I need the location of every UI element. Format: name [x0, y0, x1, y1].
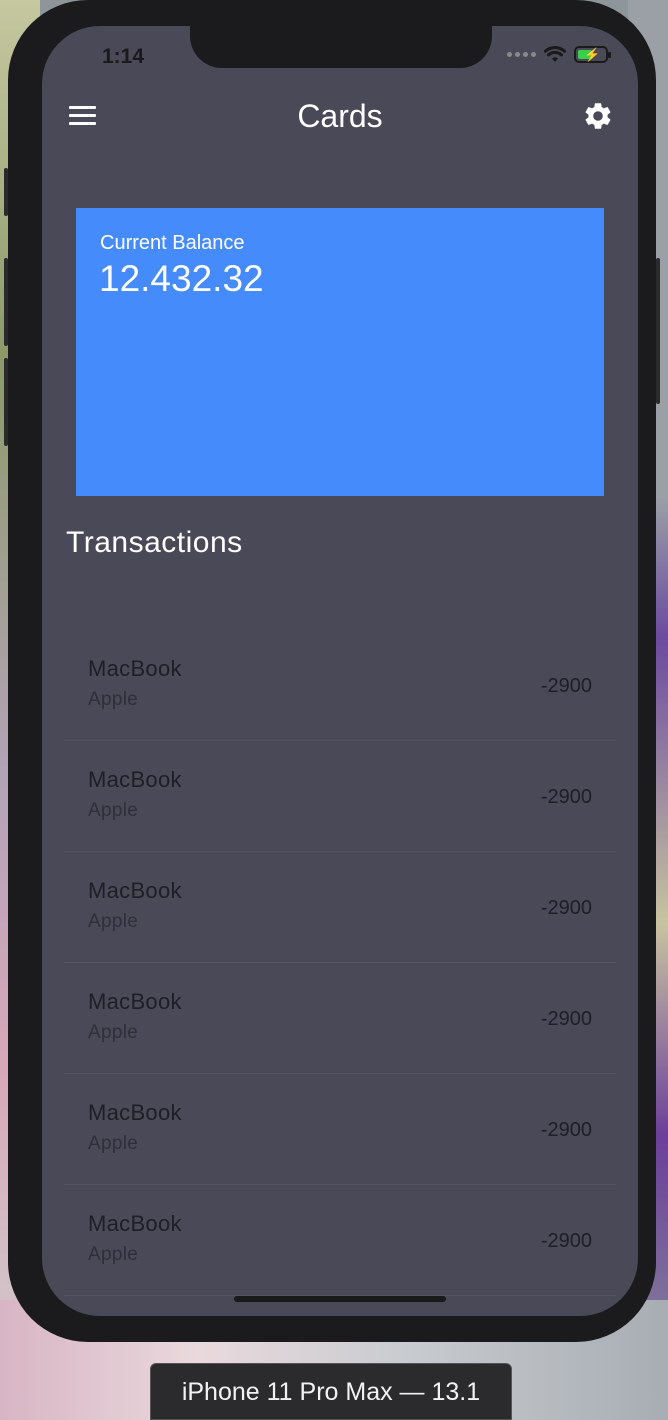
- transaction-amount: -2900: [540, 1119, 592, 1141]
- transaction-merchant: Apple: [88, 1022, 139, 1043]
- app-header: Cards: [42, 96, 638, 136]
- gear-icon[interactable]: [582, 100, 614, 132]
- transaction-amount: -2900: [540, 897, 592, 919]
- transactions-title: Transactions: [66, 526, 243, 559]
- phone-frame: 1:14 ⚡ Cards Current Balance 12.432.32 T…: [4, 0, 660, 1342]
- page-title: Cards: [297, 98, 383, 134]
- transaction-name: MacBook: [88, 767, 182, 792]
- transaction-name: MacBook: [88, 656, 182, 681]
- notch: [190, 26, 492, 68]
- cellular-signal-icon: [507, 52, 536, 57]
- battery-icon: ⚡: [574, 46, 611, 63]
- transaction-name: MacBook: [88, 1100, 182, 1125]
- transaction-row[interactable]: MacBook Apple -2900: [64, 741, 616, 852]
- side-button-volume-up: [4, 258, 8, 346]
- transaction-row[interactable]: MacBook Apple -2900: [64, 630, 616, 741]
- transaction-name: MacBook: [88, 989, 182, 1014]
- transaction-row[interactable]: MacBook Apple -2900: [64, 1185, 616, 1296]
- transaction-amount: -2900: [540, 1230, 592, 1252]
- transaction-name: MacBook: [88, 1211, 182, 1236]
- side-button-power: [656, 258, 660, 404]
- balance-label: Current Balance: [100, 232, 245, 254]
- transactions-list: MacBook Apple -2900 MacBook Apple -2900 …: [64, 630, 616, 1296]
- transaction-amount: -2900: [540, 675, 592, 697]
- balance-card[interactable]: Current Balance 12.432.32: [76, 208, 604, 496]
- side-button-volume-down: [4, 358, 8, 446]
- transaction-amount: -2900: [540, 786, 592, 808]
- transaction-amount: -2900: [540, 1008, 592, 1030]
- status-time: 1:14: [102, 45, 145, 68]
- app-screen: 1:14 ⚡ Cards Current Balance 12.432.32 T…: [42, 26, 638, 1316]
- side-button-mute: [4, 168, 8, 216]
- transaction-row[interactable]: MacBook Apple -2900: [64, 1074, 616, 1185]
- simulator-device-label: iPhone 11 Pro Max — 13.1: [150, 1363, 512, 1420]
- transaction-name: MacBook: [88, 878, 182, 903]
- transaction-merchant: Apple: [88, 689, 139, 710]
- wifi-icon: [544, 46, 566, 62]
- balance-value: 12.432.32: [99, 258, 264, 299]
- transaction-row[interactable]: MacBook Apple -2900: [64, 963, 616, 1074]
- transaction-merchant: Apple: [88, 911, 139, 932]
- transaction-merchant: Apple: [88, 800, 139, 821]
- status-icons: ⚡: [507, 46, 611, 63]
- transaction-merchant: Apple: [88, 1133, 139, 1154]
- transaction-row[interactable]: MacBook Apple -2900: [64, 852, 616, 963]
- transaction-merchant: Apple: [88, 1244, 139, 1265]
- home-indicator[interactable]: [234, 1296, 446, 1302]
